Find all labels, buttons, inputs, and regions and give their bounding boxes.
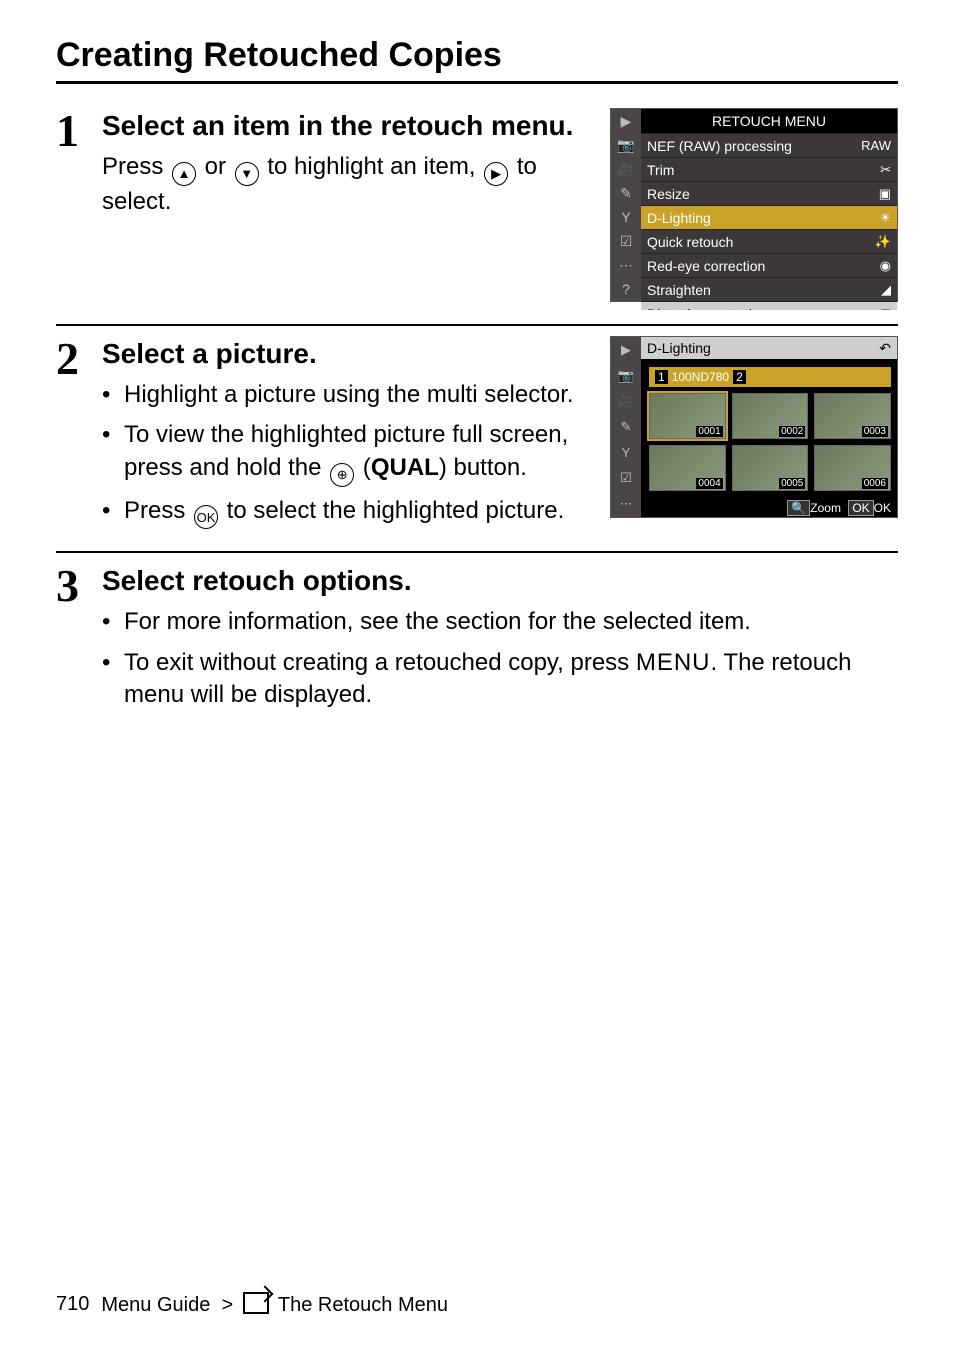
menu-item-label: D-Lighting [647, 210, 711, 226]
sparkle-icon: ✨ [875, 234, 891, 250]
step-3-bullet-2: To exit without creating a retouched cop… [102, 647, 898, 712]
mymenu-icon: ⋯ [611, 253, 641, 277]
step-1-number: 1 [56, 108, 96, 154]
text-part: To exit without creating a retouched cop… [124, 649, 636, 676]
resize-icon: ▣ [879, 186, 891, 202]
scissors-icon: ✂ [880, 162, 891, 178]
breadcrumb-part-2: The Retouch Menu [278, 1294, 448, 1316]
menu-item-quick: Quick retouch ✨ [641, 229, 897, 253]
zoom-in-icon: ⊕ [330, 463, 354, 487]
step-3-number: 3 [56, 563, 96, 609]
page-title: Creating Retouched Copies [56, 36, 898, 84]
help-icon: ? [611, 277, 641, 301]
text-part: Press [124, 497, 192, 524]
retouch-menu-icon [243, 1292, 269, 1314]
page-number: 710 [56, 1293, 89, 1316]
step-2-bullet-1: Highlight a picture using the multi sele… [102, 379, 898, 411]
ok-button-icon: OK [194, 505, 218, 529]
menu-item-resize: Resize ▣ [641, 181, 897, 205]
menu-item-redeye: Red-eye correction ◉ [641, 253, 897, 277]
step-2-bullet-2: To view the highlighted picture full scr… [102, 419, 898, 486]
menu-item-distortion: Distortion control ⊟ [641, 301, 897, 310]
text-part: ( [356, 454, 371, 481]
menu-item-label: Red-eye correction [647, 258, 765, 274]
breadcrumb: Menu Guide > The Retouch Menu [101, 1292, 448, 1317]
step-3-heading: Select retouch options. [102, 563, 898, 598]
wrench-icon: Y [611, 205, 641, 229]
text-part: ) button. [439, 454, 527, 481]
menu-item-dlighting: D-Lighting ☀ [641, 205, 897, 229]
multi-right-icon: ▶ [484, 162, 508, 186]
menu-button-label: MENU [636, 649, 711, 676]
multi-down-icon: ▼ [235, 162, 259, 186]
menu-item-label: Trim [647, 162, 674, 178]
step-3: 3 Select retouch options. For more infor… [56, 551, 898, 719]
menu-item-nef: NEF (RAW) processing RAW [641, 133, 897, 157]
retouch-tab-icon: ☑ [611, 229, 641, 253]
page: Creating Retouched Copies 1 ▶ 📷 🎥 ✎ Y ☑ … [0, 0, 954, 1345]
cam2-title: D-Lighting [647, 340, 711, 356]
menu-item-label: Straighten [647, 282, 711, 298]
retouch-menu-screenshot: ▶ 📷 🎥 ✎ Y ☑ ⋯ ? RETOUCH MENU NEF (RAW) p… [610, 108, 898, 302]
text-part: to select the highlighted picture. [220, 497, 564, 524]
step-2-number: 2 [56, 336, 96, 382]
camera-icon: 📷 [611, 133, 641, 157]
menu-item-label: Distortion control [647, 306, 752, 311]
cam1-sidebar: ▶ 📷 🎥 ✎ Y ☑ ⋯ ? [611, 109, 641, 301]
step-1: 1 ▶ 📷 🎥 ✎ Y ☑ ⋯ ? RETOUCH MENU NEF (RAW)… [56, 98, 898, 310]
step-2: 2 ▶ 📷 🎥 ✎ Y ☑ ⋯ D-Lighting ↶ 1 [56, 324, 898, 537]
eye-icon: ◉ [880, 258, 891, 274]
dlighting-icon: ☀ [879, 210, 891, 226]
breadcrumb-part-1: Menu Guide [101, 1294, 210, 1316]
straighten-icon: ◢ [881, 282, 891, 298]
menu-item-label: Resize [647, 186, 690, 202]
text-part: Press [102, 153, 170, 180]
cam1-header: RETOUCH MENU [641, 109, 897, 133]
page-footer: 710 Menu Guide > The Retouch Menu [56, 1292, 448, 1317]
menu-item-straighten: Straighten ◢ [641, 277, 897, 301]
step-2-bullet-3: Press OK to select the highlighted pictu… [102, 495, 898, 530]
step-3-bullet-1: For more information, see the section fo… [102, 606, 898, 638]
menu-item-label: NEF (RAW) processing [647, 138, 792, 154]
text-part: to highlight an item, [261, 153, 482, 180]
raw-icon: RAW [861, 138, 891, 153]
multi-up-icon: ▲ [172, 162, 196, 186]
menu-item-trim: Trim ✂ [641, 157, 897, 181]
text-part: or [198, 153, 233, 180]
movie-icon: 🎥 [611, 157, 641, 181]
playback-icon: ▶ [611, 337, 641, 363]
back-icon: ↶ [879, 340, 891, 357]
qual-label: QUAL [371, 454, 439, 481]
pencil-icon: ✎ [611, 181, 641, 205]
cam2-title-bar: D-Lighting ↶ [641, 337, 897, 359]
distortion-icon: ⊟ [880, 306, 891, 311]
playback-icon: ▶ [611, 109, 641, 133]
cam1-menu-list: NEF (RAW) processing RAW Trim ✂ Resize ▣ D-… [641, 133, 897, 310]
menu-item-label: Quick retouch [647, 234, 733, 250]
